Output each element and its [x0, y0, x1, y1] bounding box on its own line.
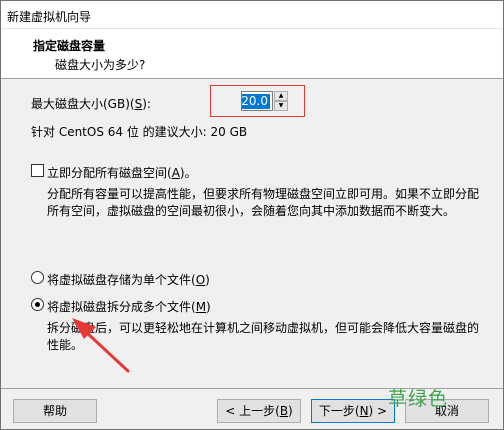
stepper-down-button[interactable]: ▼ — [274, 101, 288, 111]
wizard-window: 新建虚拟机向导 指定磁盘容量 磁盘大小为多少? 最大磁盘大小(GB)(S): 2… — [0, 0, 504, 430]
wizard-header: 指定磁盘容量 磁盘大小为多少? — [1, 29, 503, 79]
multi-file-radio[interactable] — [31, 298, 44, 311]
watermark-text: 草绿色 — [388, 388, 449, 410]
recommended-size-text: 针对 CentOS 64 位 的建议大小: 20 GB — [31, 125, 248, 139]
disk-size-stepper: ▲ ▼ — [274, 91, 288, 111]
allocate-description: 分配所有容量可以提高性能，但要求所有物理磁盘空间立即可用。如果不立即分配 所有空… — [47, 187, 480, 218]
multi-file-description: 拆分磁盘后，可以更轻松地在计算机之间移动虚拟机，但可能会降低大容量磁盘的 性能。 — [47, 321, 480, 352]
single-file-label[interactable]: 将虚拟磁盘存储为单个文件(O) — [47, 271, 210, 288]
disk-size-input[interactable]: 20.0 — [241, 91, 273, 111]
back-button[interactable]: < 上一步(B) — [217, 399, 301, 423]
window-title: 新建虚拟机向导 — [7, 10, 92, 24]
next-button[interactable]: 下一步(N) > — [311, 399, 395, 423]
page-title: 指定磁盘容量 — [33, 39, 106, 53]
single-file-radio[interactable] — [31, 271, 44, 284]
help-button[interactable]: 帮助 — [13, 399, 97, 423]
multi-file-label[interactable]: 将虚拟磁盘拆分成多个文件(M) — [47, 298, 211, 315]
allocate-all-checkbox[interactable] — [31, 164, 44, 177]
disk-size-value: 20.0 — [241, 94, 270, 109]
title-bar: 新建虚拟机向导 — [1, 1, 503, 29]
page-subtitle: 磁盘大小为多少? — [55, 58, 146, 72]
stepper-up-button[interactable]: ▲ — [274, 91, 288, 101]
allocate-all-label[interactable]: 立即分配所有磁盘空间(A)。 — [47, 164, 197, 181]
disk-size-label: 最大磁盘大小(GB)(S): — [31, 97, 151, 111]
